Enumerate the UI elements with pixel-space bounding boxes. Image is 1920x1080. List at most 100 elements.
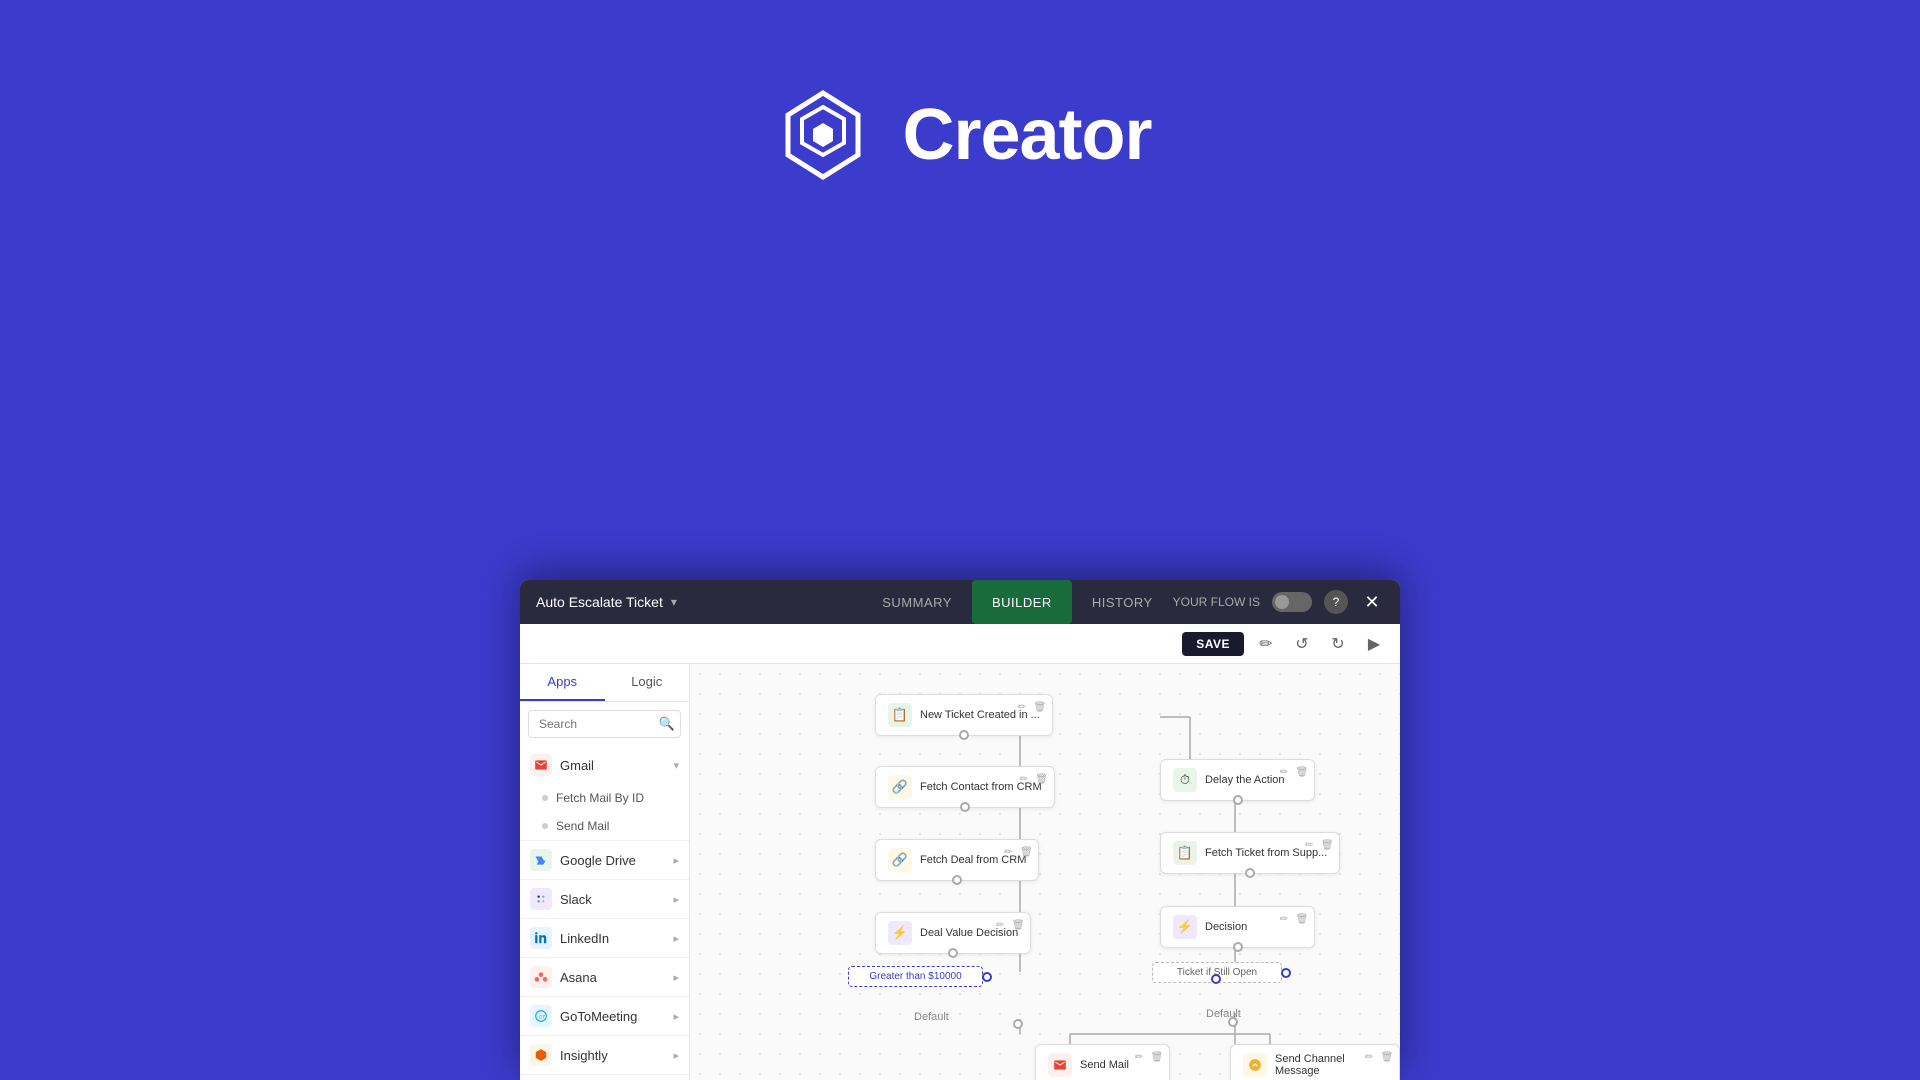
sidebar: Apps Logic 🔍 Gmail ▾ Fetch Mail By — [520, 664, 690, 1080]
insightly-icon — [530, 1044, 552, 1066]
app-group-google-drive: Google Drive ▸ — [520, 841, 689, 880]
node-decision[interactable]: ⚡ Decision ✏ 🗑 — [1160, 906, 1315, 948]
titlebar: Auto Escalate Ticket ▾ SUMMARY BUILDER H… — [520, 580, 1400, 624]
delete-node-icon-8[interactable]: 🗑 — [1149, 1049, 1165, 1065]
save-button[interactable]: SAVE — [1182, 632, 1244, 656]
edit-node-icon[interactable]: ✏ — [1014, 699, 1030, 715]
node-fetch-contact[interactable]: 🔗 Fetch Contact from CRM ✏ 🗑 — [875, 766, 1055, 808]
default-dot-left — [1013, 1019, 1023, 1029]
gotomeeting-icon: GT — [530, 1005, 552, 1027]
app-group-gmail: Gmail ▾ Fetch Mail By ID Send Mail — [520, 746, 689, 841]
delete-node-icon-3[interactable]: 🗑 — [1018, 844, 1034, 860]
asana-expand-icon: ▸ — [673, 971, 679, 984]
logo-area: Creator — [768, 80, 1151, 190]
edit-node-icon-5[interactable]: ✏ — [1276, 764, 1292, 780]
app-group-header-google-drive[interactable]: Google Drive ▸ — [520, 841, 689, 879]
branch-greater-than[interactable]: Greater than $10000 — [848, 966, 983, 987]
google-drive-icon — [530, 849, 552, 871]
node-fetch-ticket[interactable]: 📋 Fetch Ticket from Supp... ✏ 🗑 — [1160, 832, 1340, 874]
node-actions-fetch-deal: ✏ 🗑 — [1000, 844, 1034, 860]
app-group-header-slack[interactable]: Slack ▸ — [520, 880, 689, 918]
deal-decision-icon: ⚡ — [888, 921, 912, 945]
bottom-connector-7 — [1233, 942, 1243, 952]
node-send-mail[interactable]: Send Mail ✏ 🗑 — [1035, 1044, 1170, 1080]
delete-node-icon-9[interactable]: 🗑 — [1379, 1049, 1395, 1065]
logo-text: Creator — [902, 94, 1151, 176]
sidebar-tab-apps[interactable]: Apps — [520, 664, 605, 701]
delete-node-icon-4[interactable]: 🗑 — [1010, 917, 1026, 933]
flow-toggle[interactable] — [1272, 592, 1312, 612]
search-icon: 🔍 — [659, 716, 675, 732]
app-group-header-insightly[interactable]: Insightly ▸ — [520, 1036, 689, 1074]
titlebar-left: Auto Escalate Ticket ▾ — [536, 594, 862, 610]
node-delay[interactable]: ⏱ Delay the Action ✏ 🗑 — [1160, 759, 1315, 801]
node-new-ticket-created[interactable]: 📋 New Ticket Created in ... ✏ 🗑 — [875, 694, 1053, 736]
insightly-label: Insightly — [560, 1048, 665, 1063]
play-icon[interactable]: ▶ — [1360, 630, 1388, 658]
close-button[interactable]: ✕ — [1360, 590, 1384, 614]
undo-icon[interactable]: ↺ — [1288, 630, 1316, 658]
app-group-header-gmail[interactable]: Gmail ▾ — [520, 746, 689, 784]
bottom-connector — [959, 730, 969, 740]
edit-node-icon-6[interactable]: ✏ — [1301, 837, 1317, 853]
ticket-open-plus-dot — [1211, 974, 1221, 984]
edit-icon[interactable]: ✏ — [1252, 630, 1280, 658]
edit-node-icon-4[interactable]: ✏ — [992, 917, 1008, 933]
app-group-gotomeeting: GT GoToMeeting ▸ — [520, 997, 689, 1036]
slack-expand-icon: ▸ — [673, 893, 679, 906]
redo-icon[interactable]: ↻ — [1324, 630, 1352, 658]
edit-node-icon-9[interactable]: ✏ — [1361, 1049, 1377, 1065]
edit-node-icon-2[interactable]: ✏ — [1016, 771, 1032, 787]
app-item-send-mail[interactable]: Send Mail — [520, 812, 689, 840]
node-actions-send-mail: ✏ 🗑 — [1131, 1049, 1165, 1065]
slack-icon — [530, 888, 552, 910]
content-area: Apps Logic 🔍 Gmail ▾ Fetch Mail By — [520, 664, 1400, 1080]
flow-status-label: YOUR FLOW IS — [1173, 595, 1260, 609]
app-item-fetch-mail[interactable]: Fetch Mail By ID — [520, 784, 689, 812]
node-actions-deal-decision: ✏ 🗑 — [992, 917, 1026, 933]
app-group-insightly: Insightly ▸ — [520, 1036, 689, 1075]
svg-text:GT: GT — [539, 1014, 546, 1019]
gotomeeting-label: GoToMeeting — [560, 1009, 665, 1024]
node-actions-decision: ✏ 🗑 — [1276, 911, 1310, 927]
send-mail-icon — [1048, 1053, 1072, 1077]
edit-node-icon-7[interactable]: ✏ — [1276, 911, 1292, 927]
node-deal-value-decision[interactable]: ⚡ Deal Value Decision ✏ 🗑 — [875, 912, 1031, 954]
tab-builder[interactable]: BUILDER — [972, 580, 1072, 624]
app-group-header-gotomeeting[interactable]: GT GoToMeeting ▸ — [520, 997, 689, 1035]
fetch-ticket-icon: 📋 — [1173, 841, 1197, 865]
hero-section: Creator — [0, 0, 1920, 220]
node-fetch-deal[interactable]: 🔗 Fetch Deal from CRM ✏ 🗑 — [875, 839, 1039, 881]
node-actions-fetch-contact: ✏ 🗑 — [1016, 771, 1050, 787]
bottom-connector-6 — [1245, 868, 1255, 878]
chevron-down-icon[interactable]: ▾ — [671, 595, 677, 609]
fetch-contact-icon: 🔗 — [888, 775, 912, 799]
delete-node-icon-7[interactable]: 🗑 — [1294, 911, 1310, 927]
bottom-connector-3 — [952, 875, 962, 885]
delete-node-icon-6[interactable]: 🗑 — [1319, 837, 1335, 853]
app-group-header-asana[interactable]: Asana ▸ — [520, 958, 689, 996]
edit-node-icon-3[interactable]: ✏ — [1000, 844, 1016, 860]
send-channel-icon — [1243, 1053, 1267, 1077]
app-group-asana: Asana ▸ — [520, 958, 689, 997]
sidebar-tab-logic[interactable]: Logic — [605, 664, 690, 701]
fetch-mail-label: Fetch Mail By ID — [556, 791, 644, 805]
edit-node-icon-8[interactable]: ✏ — [1131, 1049, 1147, 1065]
tab-summary[interactable]: SUMMARY — [862, 580, 972, 624]
delay-icon: ⏱ — [1173, 768, 1197, 792]
app-group-header-linkedin[interactable]: LinkedIn ▸ — [520, 919, 689, 957]
node-send-channel[interactable]: Send Channel Message ✏ 🗑 — [1230, 1044, 1400, 1080]
delete-node-icon-5[interactable]: 🗑 — [1294, 764, 1310, 780]
delete-node-icon[interactable]: 🗑 — [1032, 699, 1048, 715]
help-button[interactable]: ? — [1324, 590, 1348, 614]
app-window: Auto Escalate Ticket ▾ SUMMARY BUILDER H… — [520, 580, 1400, 1080]
creator-logo-icon — [768, 80, 878, 190]
google-drive-expand-icon: ▸ — [673, 854, 679, 867]
tab-history[interactable]: HISTORY — [1072, 580, 1173, 624]
app-group-header-zendesk[interactable]: Zendesk ▸ — [520, 1075, 689, 1080]
toolbar: SAVE ✏ ↺ ↻ ▶ — [520, 624, 1400, 664]
node-actions-fetch-ticket: ✏ 🗑 — [1301, 837, 1335, 853]
fetch-mail-dot — [542, 795, 548, 801]
send-mail-canvas-label: Send Mail — [1080, 1059, 1129, 1071]
delete-node-icon-2[interactable]: 🗑 — [1034, 771, 1050, 787]
